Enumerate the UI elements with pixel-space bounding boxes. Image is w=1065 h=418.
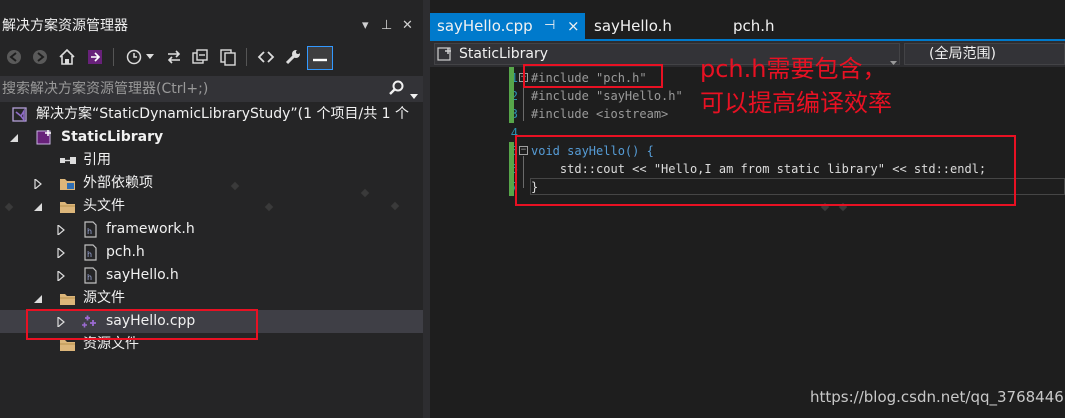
- tree-item-references[interactable]: 引用: [0, 149, 423, 172]
- svg-text:h: h: [87, 273, 92, 282]
- highlight-box-sayhello-cpp: [26, 309, 258, 340]
- watermark: https://blog.csdn.net/qq_37684467: [810, 388, 1065, 406]
- collapsed-arrow-icon[interactable]: [55, 241, 67, 264]
- header-file-icon: h: [82, 221, 99, 238]
- code-line: #include <iostream>: [531, 105, 668, 123]
- tab-pin-icon[interactable]: ⊣: [544, 13, 555, 39]
- code-line-text: #include <iostream>: [531, 107, 669, 121]
- document-tabs: sayHello.cpp ⊣ × sayHello.h pch.h: [430, 13, 1065, 39]
- search-bar: [0, 76, 423, 102]
- show-all-files-icon[interactable]: [218, 47, 238, 67]
- close-icon[interactable]: ✕: [402, 14, 413, 38]
- change-marker: [509, 67, 514, 123]
- tab-pch-h[interactable]: pch.h: [724, 13, 804, 39]
- preview-selected-items-icon[interactable]: [307, 46, 333, 70]
- svg-text:h: h: [87, 250, 92, 259]
- expanded-arrow-icon[interactable]: [32, 287, 44, 310]
- home-icon[interactable]: [57, 47, 77, 67]
- tree-item-label: 源文件: [83, 290, 125, 306]
- expanded-arrow-icon[interactable]: [32, 195, 44, 218]
- code-editor-panel: sayHello.cpp ⊣ × sayHello.h pch.h Static…: [430, 0, 1065, 418]
- scope-dropdown-label: (全局范围): [929, 46, 996, 62]
- folder-icon: [59, 290, 76, 307]
- sync-active-document-icon[interactable]: [164, 47, 184, 67]
- tree-item-framework-h[interactable]: h framework.h: [0, 218, 423, 241]
- tree-item-solution[interactable]: 解决方案“StaticDynamicLibraryStudy”(1 个项目/共 …: [0, 103, 423, 126]
- tab-label: pch.h: [733, 17, 775, 35]
- switch-views-icon[interactable]: [85, 47, 105, 67]
- collapsed-arrow-icon[interactable]: [55, 218, 67, 241]
- annotation-line-2: 可以提高编译效率: [700, 89, 892, 117]
- folder-icon: [59, 198, 76, 215]
- collapsed-arrow-icon[interactable]: [32, 172, 44, 195]
- line-number: 4: [510, 126, 518, 140]
- project-icon: [36, 129, 53, 146]
- collapse-all-icon[interactable]: [190, 47, 210, 67]
- scope-dropdown[interactable]: (全局范围): [904, 43, 1065, 65]
- svg-text:h: h: [87, 227, 92, 236]
- expanded-arrow-icon[interactable]: [8, 126, 20, 149]
- tree-item-label: StaticLibrary: [61, 129, 164, 145]
- references-icon: [59, 152, 76, 169]
- cpp-project-icon: [437, 46, 453, 68]
- pin-icon[interactable]: ⊥: [381, 14, 392, 38]
- tab-close-icon[interactable]: ×: [567, 13, 580, 39]
- tab-sayhello-cpp[interactable]: sayHello.cpp ⊣ ×: [430, 13, 585, 39]
- search-icon[interactable]: [388, 80, 404, 100]
- tree-item-label: 解决方案“StaticDynamicLibraryStudy”(1 个项目/共 …: [36, 106, 409, 122]
- tree-item-header-folder[interactable]: 头文件: [0, 195, 423, 218]
- tree-item-label: 外部依赖项: [83, 175, 153, 191]
- highlight-box-function: [515, 135, 1016, 206]
- tree-item-label: 引用: [83, 152, 111, 168]
- code-line-text: #include "sayHello.h": [531, 89, 683, 103]
- tab-label: sayHello.cpp: [437, 17, 533, 35]
- change-marker: [509, 142, 514, 196]
- back-icon[interactable]: [4, 47, 24, 67]
- header-file-icon: h: [82, 244, 99, 261]
- tree-item-pch-h[interactable]: h pch.h: [0, 241, 423, 264]
- annotation-line-1: pch.h需要包含，: [700, 55, 887, 83]
- header-file-icon: h: [82, 267, 99, 284]
- solution-icon: [12, 106, 29, 123]
- tree-item-external-deps[interactable]: 外部依赖项: [0, 172, 423, 195]
- tree-item-label: 头文件: [83, 198, 125, 214]
- search-options-dropdown-icon[interactable]: [410, 85, 418, 104]
- properties-wrench-icon[interactable]: [283, 47, 303, 67]
- tab-sayhello-h[interactable]: sayHello.h: [586, 13, 706, 39]
- tree-item-label: pch.h: [106, 244, 145, 260]
- collapsed-arrow-icon[interactable]: [55, 264, 67, 287]
- view-code-icon[interactable]: [256, 47, 276, 67]
- solution-explorer-panel: 解决方案资源管理器 ▾ ⊥ ✕ 搜索解决方案资源管理器(Ctrl+;) 解决方案…: [0, 0, 423, 418]
- filter-dropdown-icon[interactable]: [145, 47, 155, 67]
- code-line: #include "sayHello.h": [531, 87, 683, 105]
- tree-item-label: framework.h: [106, 221, 195, 237]
- tree-item-source-folder[interactable]: 源文件: [0, 287, 423, 310]
- highlight-box-include-pch: [523, 64, 663, 88]
- panel-title: 解决方案资源管理器: [2, 18, 128, 34]
- tree-item-label: sayHello.h: [106, 267, 179, 283]
- annotation-text: pch.h需要包含， 可以提高编译效率: [700, 52, 892, 120]
- fold-line: [523, 83, 524, 121]
- panel-splitter[interactable]: [423, 0, 430, 418]
- project-dropdown-label: StaticLibrary: [459, 46, 548, 62]
- pending-changes-filter-icon[interactable]: [124, 47, 144, 67]
- search-input[interactable]: [2, 78, 372, 100]
- solution-explorer-toolbar: [0, 42, 423, 74]
- tree-item-project[interactable]: StaticLibrary: [0, 126, 423, 149]
- forward-icon[interactable]: [30, 47, 50, 67]
- tree-item-sayhello-h[interactable]: h sayHello.h: [0, 264, 423, 287]
- tab-label: sayHello.h: [594, 17, 672, 35]
- window-position-dropdown-icon[interactable]: ▾: [362, 14, 369, 38]
- external-deps-icon: [59, 175, 76, 192]
- panel-title-bar: 解决方案资源管理器 ▾ ⊥ ✕: [0, 14, 423, 38]
